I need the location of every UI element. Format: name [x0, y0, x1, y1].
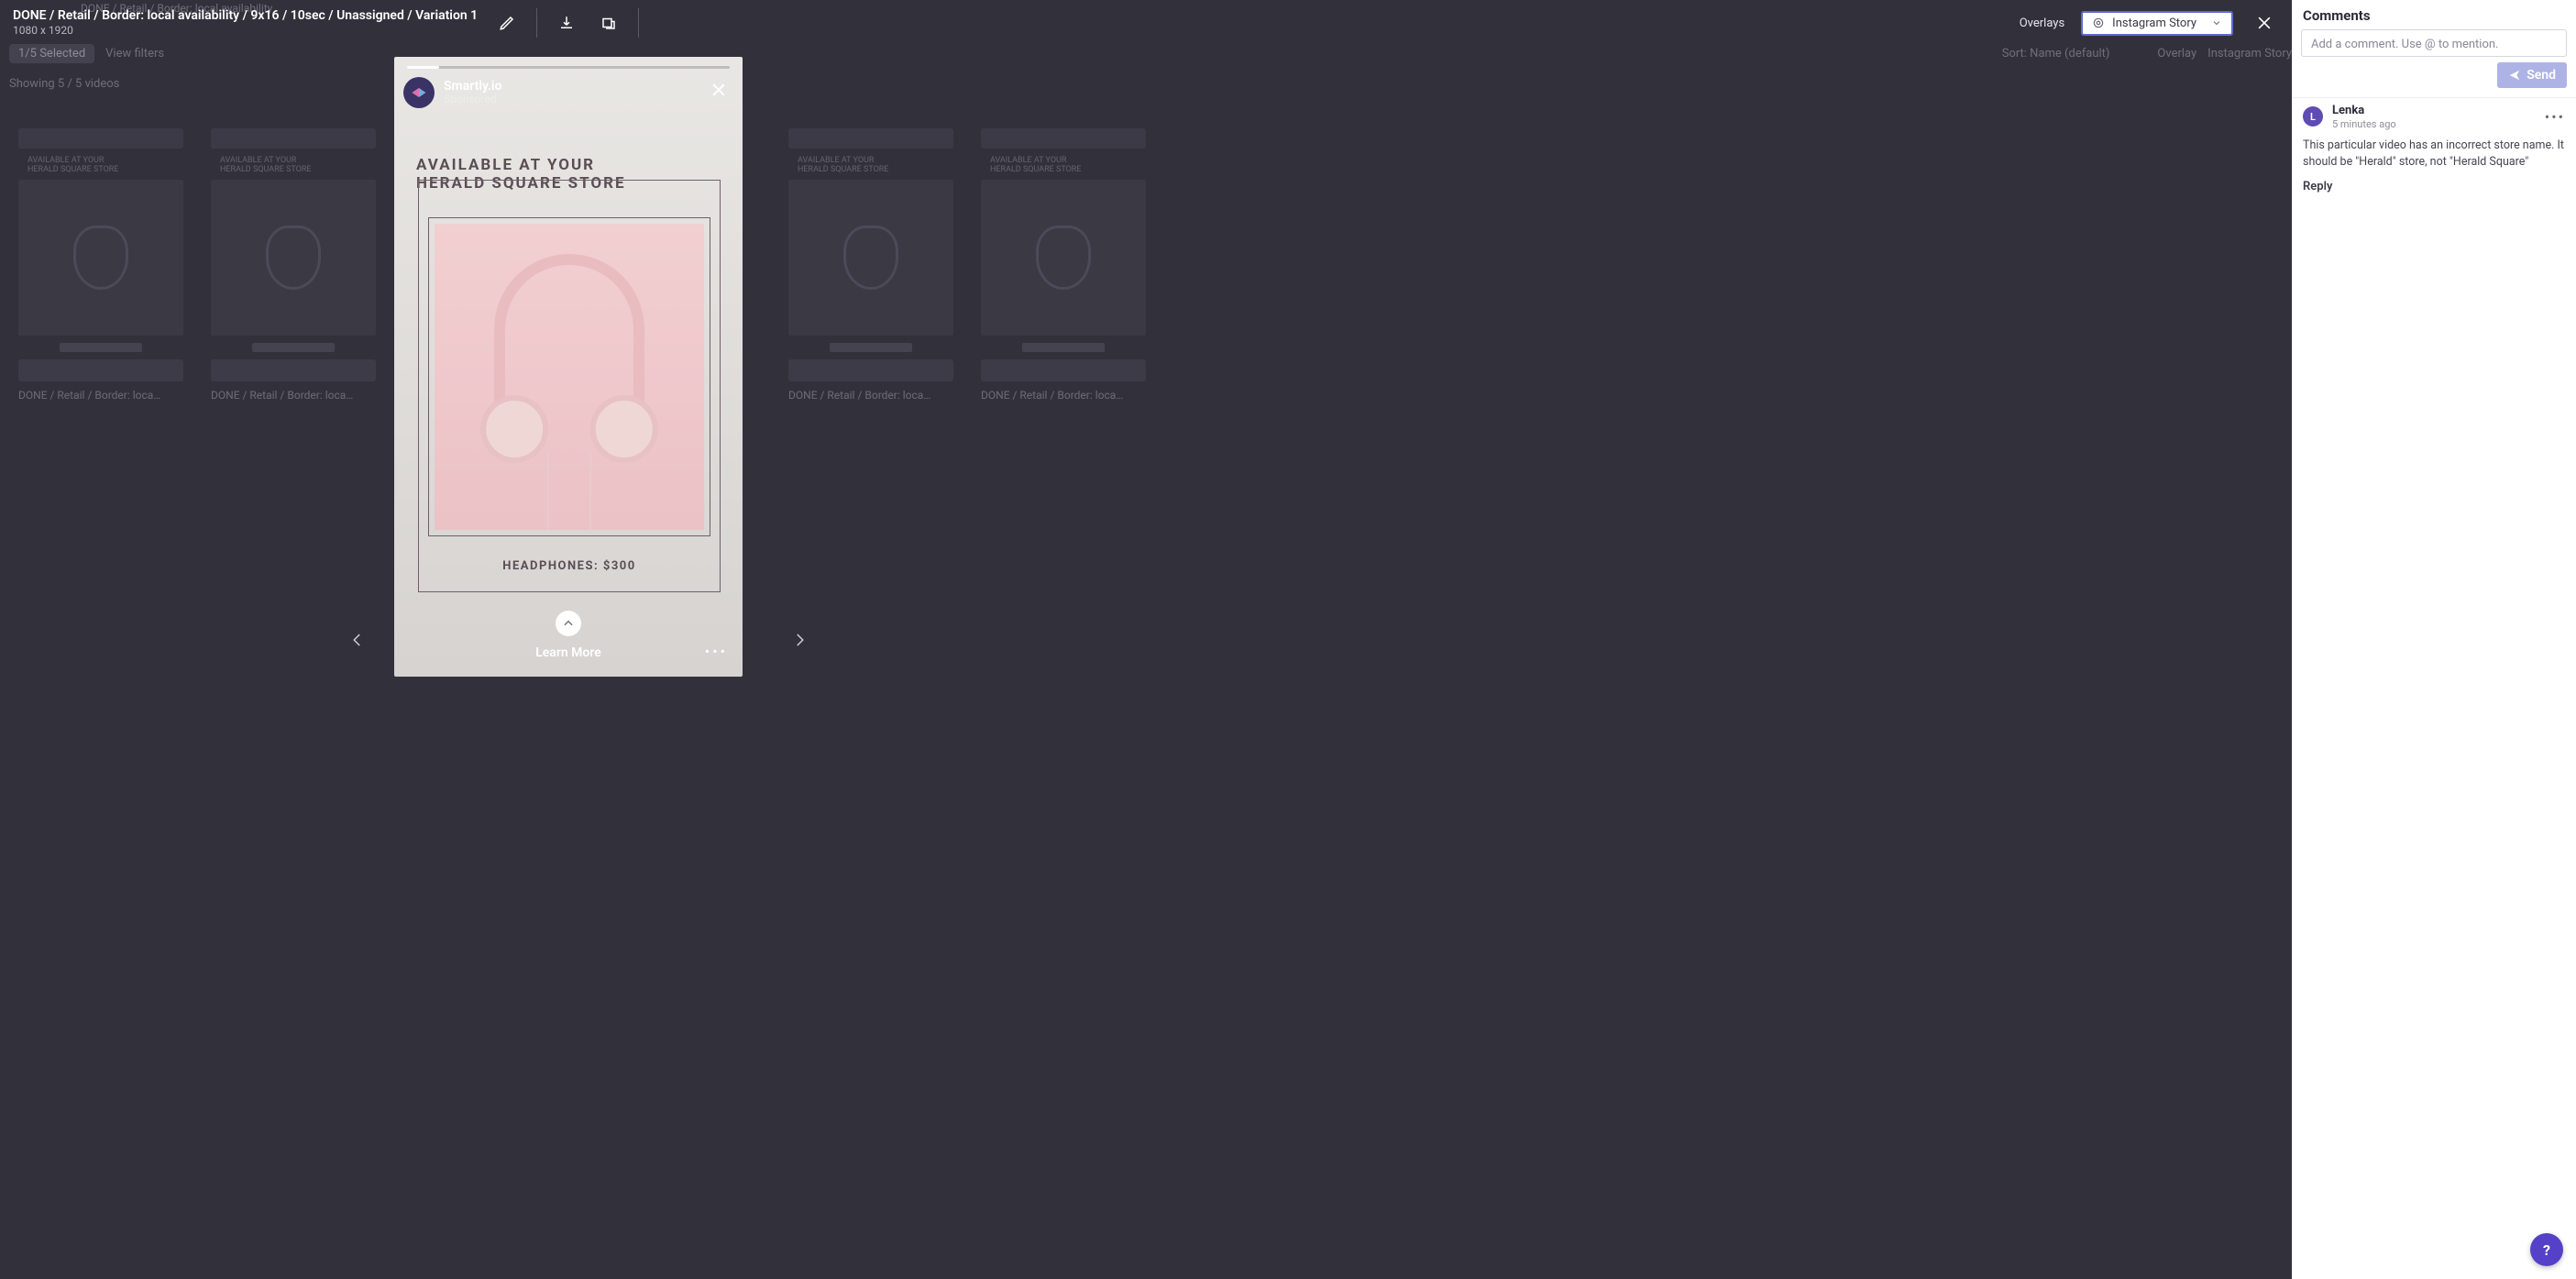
product-label: HEADPHONES: $300 — [419, 559, 720, 573]
reply-button[interactable]: Reply — [2303, 180, 2565, 204]
dim-card: AVAILABLE AT YOURHERALD SQUARE STORE DON… — [18, 128, 183, 402]
target-icon — [2092, 17, 2105, 29]
dim-sort-label: Sort: Name (default) — [2002, 47, 2110, 61]
overlay-toolbar: DONE / Retail / Border: local availabili… — [0, 0, 2292, 46]
story-progress-bar — [407, 66, 730, 69]
brand-avatar — [403, 77, 435, 108]
overlays-select[interactable]: Instagram Story — [2081, 11, 2233, 36]
pencil-icon — [499, 15, 515, 31]
download-button[interactable] — [554, 10, 579, 36]
comment-author: Lenka — [2332, 104, 2396, 118]
comment-avatar: L — [2303, 106, 2323, 127]
story-frame: HEADPHONES: $300 — [418, 180, 721, 592]
chevron-left-icon — [349, 627, 366, 653]
brand-name: Smartly.io — [444, 79, 502, 94]
comment-actions-button[interactable]: ••• — [2545, 108, 2565, 126]
story-more-button[interactable]: ••• — [705, 643, 728, 660]
comment-body: This particular video has an incorrect s… — [2303, 138, 2565, 171]
dim-card: AVAILABLE AT YOURHERALD SQUARE STORE DON… — [211, 128, 376, 402]
title-block: DONE / Retail / Border: local availabili… — [13, 8, 478, 39]
close-icon — [2255, 14, 2273, 32]
dim-status-line: Showing 5 / 5 videos — [9, 77, 119, 91]
dim-view-filters: View filters — [105, 47, 164, 61]
prev-asset-button[interactable] — [339, 622, 376, 658]
story-inner-frame — [428, 217, 710, 536]
comment-time: 5 minutes ago — [2332, 118, 2396, 130]
send-label: Send — [2526, 68, 2556, 83]
more-dots-icon: ••• — [705, 643, 728, 660]
help-button[interactable]: ? — [2530, 1233, 2563, 1266]
dim-card: AVAILABLE AT YOURHERALD SQUARE STORE DON… — [788, 128, 953, 402]
dim-grid: AVAILABLE AT YOURHERALD SQUARE STORE DON… — [18, 128, 2273, 402]
chevron-up-icon — [562, 617, 575, 630]
toolbar-separator — [536, 8, 537, 38]
cta-label[interactable]: Learn More — [394, 645, 743, 660]
comment-thread: L Lenka 5 minutes ago ••• This particula… — [2292, 97, 2576, 204]
overlays-value: Instagram Story — [2112, 17, 2196, 30]
brand-block: Smartly.io Sponsored — [444, 79, 502, 106]
asset-dimensions: 1080 x 1920 — [13, 24, 478, 38]
chevron-right-icon — [791, 627, 808, 653]
dim-card: AVAILABLE AT YOURHERALD SQUARE STORE DON… — [981, 128, 1146, 402]
sponsored-label: Sponsored — [444, 94, 502, 106]
send-button[interactable]: Send — [2497, 62, 2567, 88]
product-image — [435, 224, 704, 530]
send-icon — [2508, 69, 2521, 82]
edit-button[interactable] — [494, 10, 520, 36]
dim-selected-count: 1/5 Selected — [9, 44, 94, 63]
next-asset-button[interactable] — [781, 622, 818, 658]
asset-title: DONE / Retail / Border: local availabili… — [13, 8, 478, 25]
comment-header: L Lenka 5 minutes ago ••• — [2303, 104, 2565, 130]
help-icon: ? — [2543, 1241, 2550, 1259]
share-icon — [600, 15, 617, 31]
preview-area: DONE / Retail / Border: local availabili… — [0, 0, 2292, 1279]
share-button[interactable] — [596, 10, 622, 36]
chevron-down-icon — [2211, 17, 2222, 28]
dim-overlay-chip: Overlay — [2157, 47, 2196, 61]
headphones-illustration — [435, 224, 704, 530]
send-row: Send — [2292, 62, 2576, 97]
close-overlay-button[interactable] — [2250, 8, 2279, 38]
logo-icon — [410, 83, 428, 102]
comment-input[interactable]: Add a comment. Use @ to mention. — [2301, 29, 2567, 57]
dim-format-chip: Instagram Story — [2207, 47, 2292, 61]
comments-panel: Comments Add a comment. Use @ to mention… — [2292, 0, 2576, 1279]
swipe-up-button[interactable] — [556, 611, 581, 636]
more-dots-icon: ••• — [2545, 108, 2565, 126]
comments-heading: Comments — [2292, 0, 2576, 29]
story-close-button[interactable] — [704, 77, 733, 108]
overlays-label: Overlays — [2020, 17, 2064, 30]
close-icon — [710, 81, 728, 99]
toolbar-separator — [638, 8, 639, 38]
download-icon — [558, 15, 575, 31]
comment-meta: Lenka 5 minutes ago — [2332, 104, 2396, 130]
story-header: Smartly.io Sponsored — [403, 77, 733, 108]
story-preview: Smartly.io Sponsored AVAILABLE AT YOUR H… — [394, 57, 743, 677]
headline-line1: AVAILABLE AT YOUR — [416, 156, 595, 174]
